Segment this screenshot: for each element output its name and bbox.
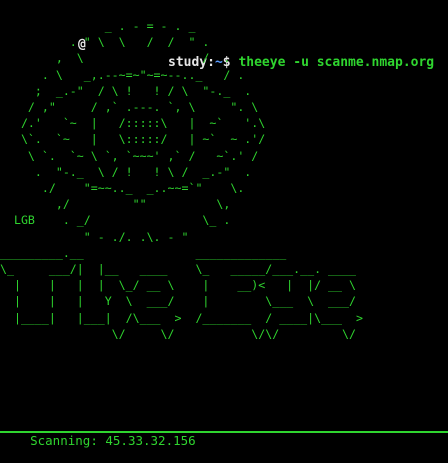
eye-banner-art: _ . - = - . _ . " \ \ / / " . , \ / . . … (13, 19, 266, 244)
terminal-window[interactable]: @ study:~$ theeye -u scanme.nmap.org _ .… (0, 0, 448, 448)
title-banner-art: _________.__ _____________ \_ ___/| |__ … (0, 245, 363, 341)
scan-status-text: Scanning: 45.33.32.156 (30, 433, 196, 448)
ascii-art-output: _ . - = - . _ . " \ \ / / " . , \ / . . … (0, 18, 363, 342)
prompt-line: @ study:~$ theeye -u scanme.nmap.org (0, 0, 448, 70)
